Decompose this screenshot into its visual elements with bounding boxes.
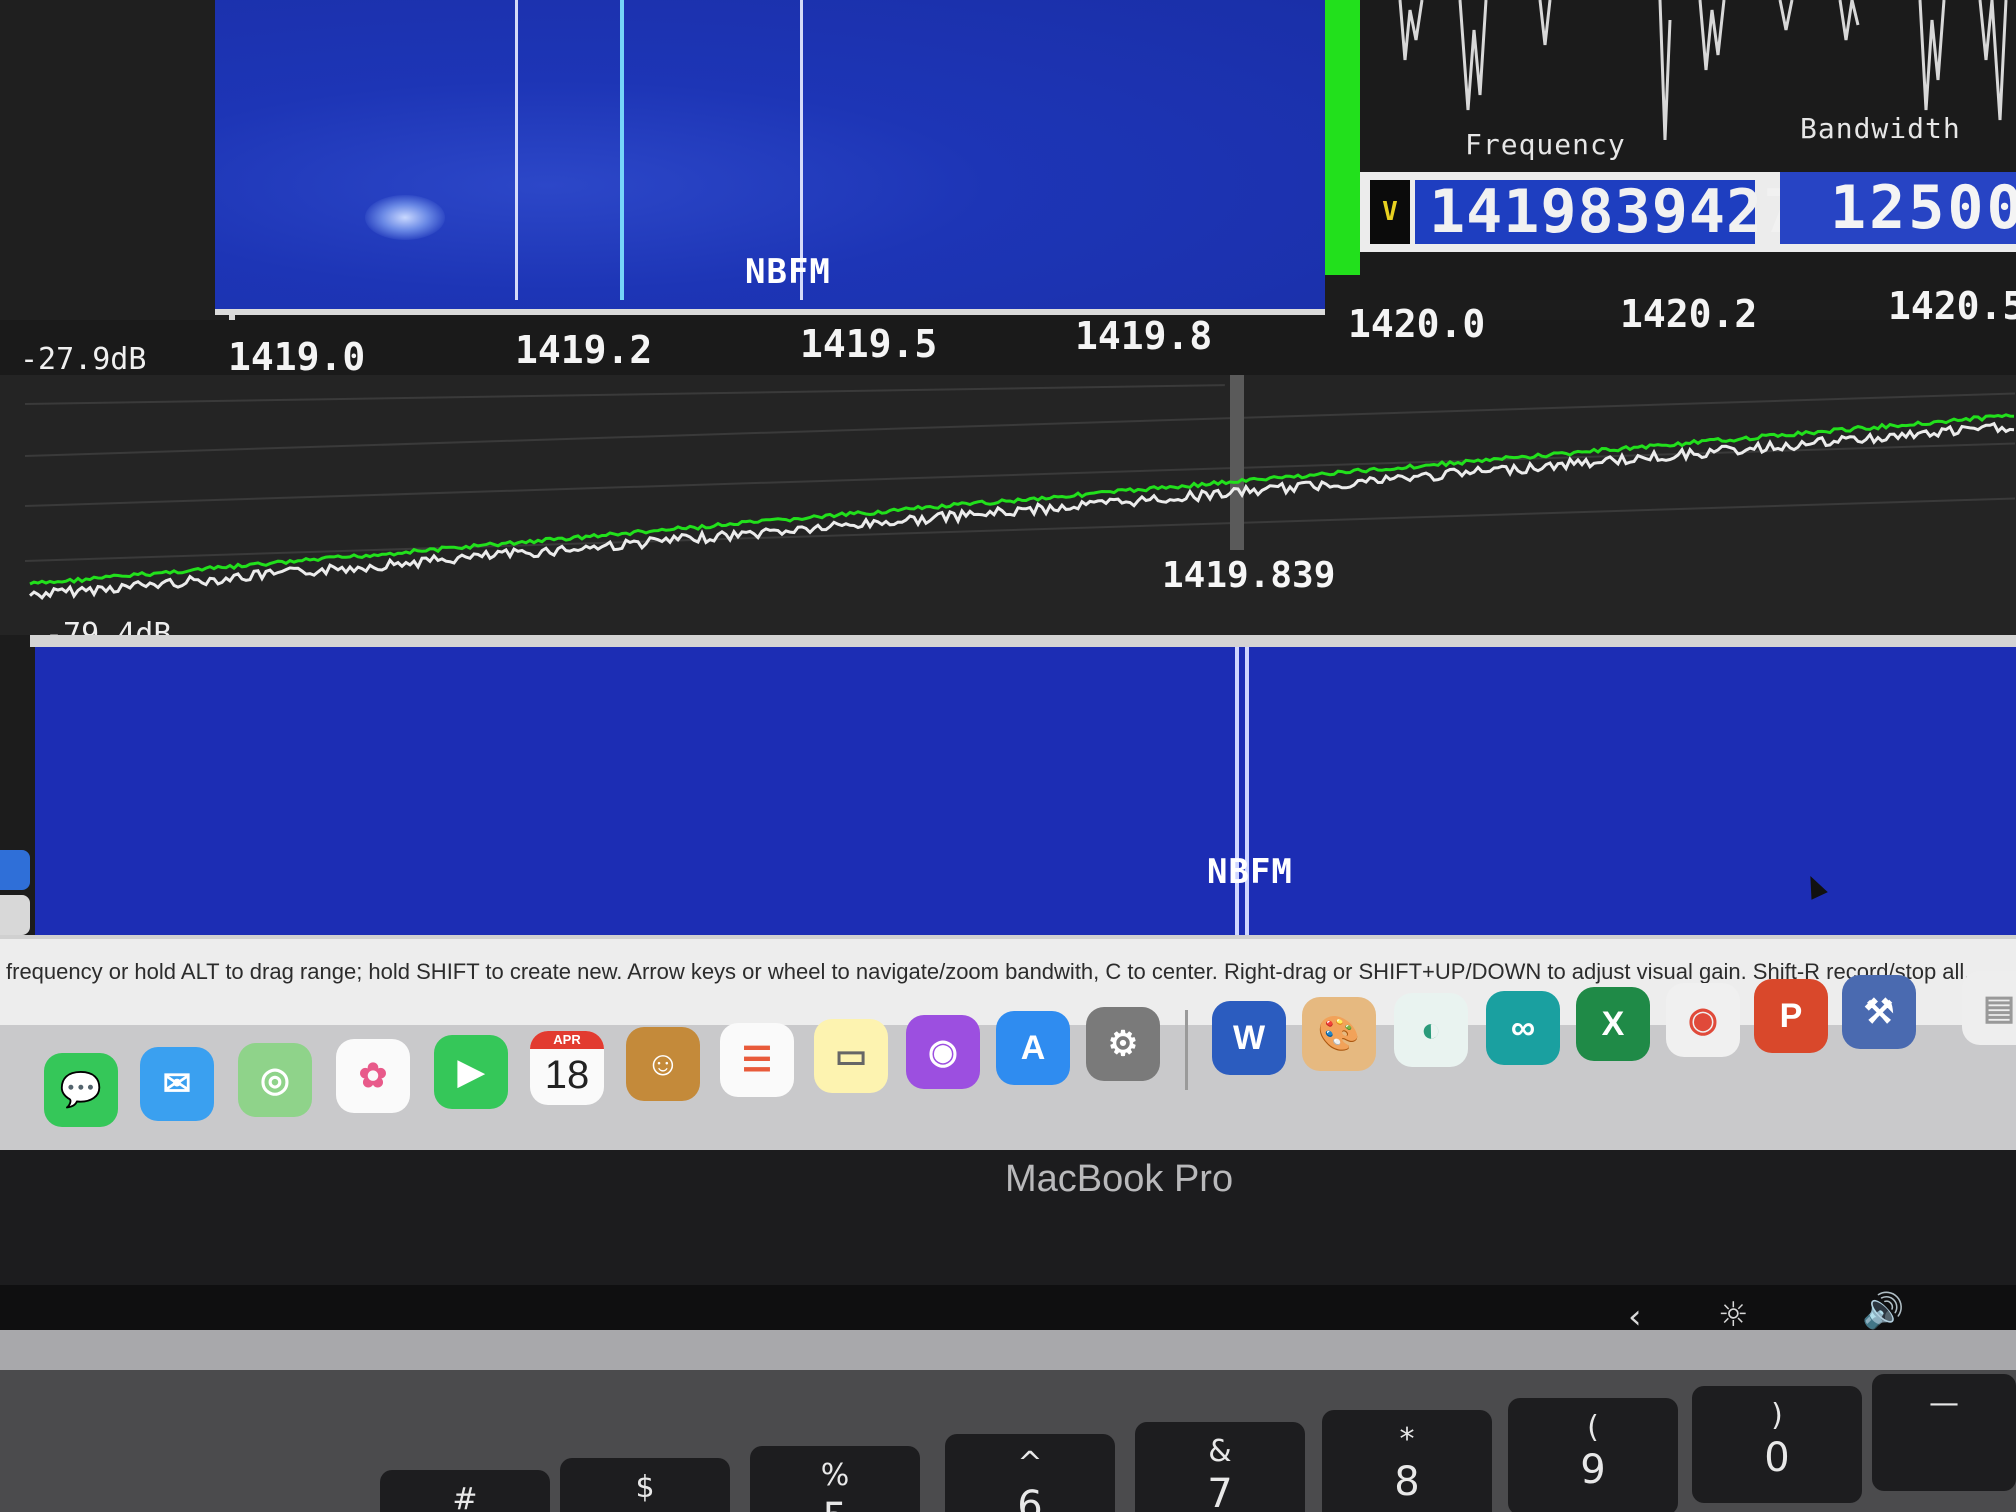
dock-separator <box>1185 1010 1188 1090</box>
signal-blip <box>365 195 445 240</box>
chrome-icon[interactable]: ◉ <box>1666 983 1740 1057</box>
contacts-icon[interactable]: ☺ <box>626 1027 700 1101</box>
key-5[interactable]: %5 <box>750 1446 920 1512</box>
main-waterfall[interactable]: NBFM <box>35 647 2016 937</box>
brightness-icon[interactable]: ☼ <box>1718 1295 1748 1335</box>
maps-icon[interactable]: ◎ <box>238 1043 312 1117</box>
db-max-label: -27.9dB <box>20 342 147 377</box>
app-store-icon[interactable]: A <box>996 1011 1070 1085</box>
mode-label: NBFM <box>1207 852 1293 892</box>
key-8[interactable]: * 8 <box>1322 1410 1492 1512</box>
paintbrush-icon[interactable]: 🎨 <box>1302 997 1376 1071</box>
key-7[interactable]: & 7 <box>1135 1422 1305 1512</box>
center-marker-line <box>620 0 624 300</box>
powerpoint-icon[interactable]: P <box>1754 979 1828 1053</box>
key-9[interactable]: (9 <box>1508 1398 1678 1512</box>
frequency-label: Frequency <box>1465 128 1626 161</box>
scale-tick: 1420.2 <box>1620 292 1758 336</box>
frequency-scale[interactable]: -27.9dB 1419.0 1419.2 1419.5 1419.8 1420… <box>0 284 2016 380</box>
word-icon[interactable]: W <box>1212 1001 1286 1075</box>
scale-tick: 1419.2 <box>515 328 653 372</box>
calendar-icon[interactable]: APR 18 <box>530 1031 604 1105</box>
reminders-icon[interactable]: ☰ <box>720 1023 794 1097</box>
scale-tick: 1419.5 <box>800 322 938 366</box>
key-0[interactable]: ) 0 <box>1692 1386 1862 1503</box>
bandwidth-display[interactable]: 12500 <box>1780 172 2016 244</box>
calendar-month: APR <box>530 1031 604 1049</box>
excel-icon[interactable]: X <box>1576 987 1650 1061</box>
sdr-screen: NBFM Frequency Bandwidth V 1419839427 12… <box>0 0 2016 1150</box>
status-help-text: frequency or hold ALT to drag range; hol… <box>6 959 1971 984</box>
keyboard: #3 $4 %5 ^6 &7 *8 (9 )0 — <box>0 1370 2016 1512</box>
scale-tick: 1419.8 <box>1075 314 1213 358</box>
key-6[interactable]: ^ 6 <box>945 1434 1115 1512</box>
key-4[interactable]: $4 <box>560 1458 730 1512</box>
gain-meter[interactable] <box>1325 0 1360 275</box>
key-3[interactable]: #3 <box>380 1470 550 1512</box>
scale-tick: 1420.0 <box>1348 302 1486 346</box>
key-minus[interactable]: — <box>1872 1374 2016 1491</box>
bandwidth-label: Bandwidth <box>1800 112 1961 145</box>
marker-frequency: 1419.839 <box>1162 555 1336 596</box>
system-preferences-icon[interactable]: ⚙ <box>1086 1007 1160 1081</box>
dock: 💬 ✉ ◎ ✿ ▶ APR 18 ☺ ☰ ▭ ◉ A ⚙ W 🎨 ◐ ∞ X ◉… <box>0 971 2016 1150</box>
scale-tick: 1419.0 <box>228 335 366 379</box>
frequency-display[interactable]: 1419839427 <box>1415 180 1799 244</box>
facetime-icon[interactable]: ▶ <box>434 1035 508 1109</box>
panel-divider[interactable] <box>30 635 2016 647</box>
mini-mode-label: NBFM <box>745 252 831 292</box>
waterfall-line <box>515 0 518 300</box>
center-marker-line <box>1235 647 1239 937</box>
notes-icon[interactable]: ▭ <box>814 1019 888 1093</box>
side-widget[interactable] <box>0 895 30 935</box>
vfo-indicator[interactable]: V <box>1370 180 1410 244</box>
photos-icon[interactable]: ✿ <box>336 1039 410 1113</box>
left-panel <box>0 0 235 320</box>
arduino-icon[interactable]: ∞ <box>1486 991 1560 1065</box>
arduino-ide-icon[interactable]: ◐ <box>1394 993 1468 1067</box>
spectrum-plot[interactable]: 1419.839 -79.4dB <box>0 375 2016 652</box>
frequency-row: V 1419839427 12500 <box>1360 172 2016 252</box>
side-stepper[interactable] <box>0 850 30 890</box>
scale-tick: 1420.5 <box>1888 284 2016 328</box>
control-panel: Frequency Bandwidth V 1419839427 12500 <box>1360 0 2016 300</box>
center-marker-line <box>1245 647 1249 937</box>
podcasts-icon[interactable]: ◉ <box>906 1015 980 1089</box>
mail-icon[interactable]: ✉ <box>140 1047 214 1121</box>
laptop-brand: MacBook Pro <box>1005 1158 1234 1200</box>
volume-icon[interactable]: 🔊 <box>1862 1291 1904 1331</box>
document-icon[interactable]: ▤ <box>1962 971 2016 1045</box>
spectrum-trace <box>29 413 2015 600</box>
calendar-day: 18 <box>544 1052 590 1097</box>
toolbox-icon[interactable]: ⚒ <box>1842 975 1916 1049</box>
messages-icon[interactable]: 💬 <box>44 1053 118 1127</box>
